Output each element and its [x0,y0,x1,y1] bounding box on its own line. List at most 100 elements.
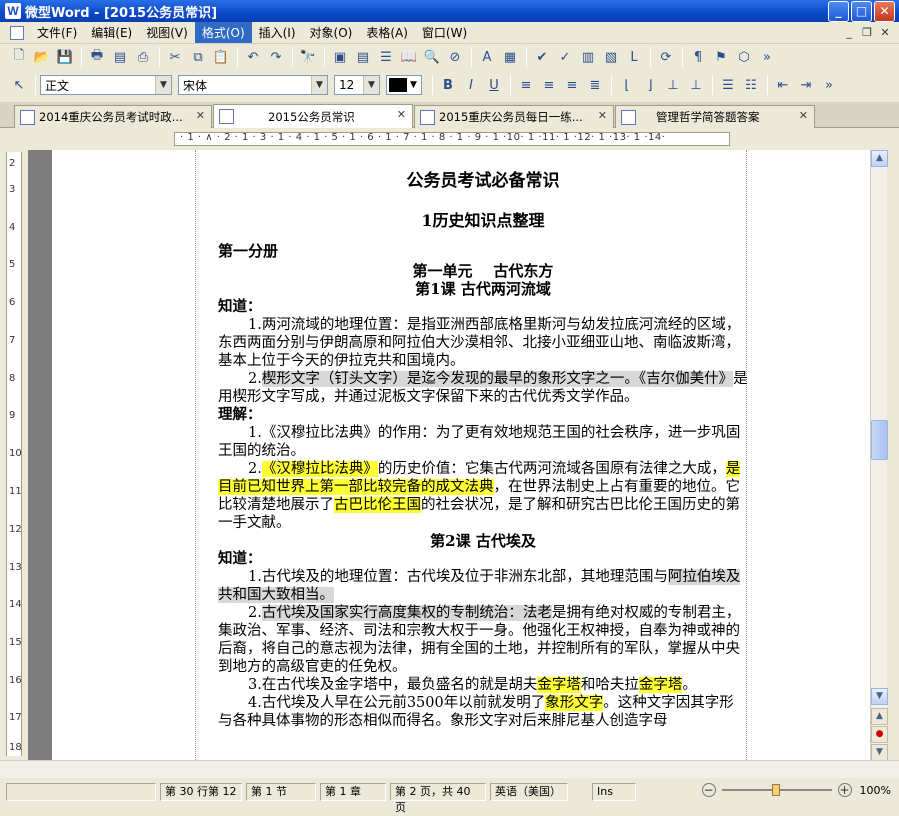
menu-file[interactable]: 文件(F) [30,22,84,43]
standard-toolbar: 🗋 📂 💾 🖶 ▤ ⎙ ✂ ⧉ 📋 ↶ ↷ 🔭 ▣ ▤ ☰ 📖 🔍 ⊘ A ▦ … [0,44,899,70]
redo-icon[interactable]: ↷ [265,46,287,68]
save-icon[interactable]: 💾 [54,46,76,68]
paragraph-icon[interactable]: ¶ [687,46,709,68]
chevron-down-icon: ▼ [363,76,379,94]
font-color-select[interactable]: ▼ [386,75,422,95]
mdi-close-icon[interactable]: ✕ [877,25,893,41]
open-folder-icon[interactable]: 📂 [31,46,53,68]
align-right-icon[interactable]: ≡ [561,74,583,96]
spellcheck-icon[interactable]: ✔ [531,46,553,68]
vertical-scrollbar[interactable]: ▲ ▼ ▲ ● ▼ [870,150,888,761]
tab-decimal-icon[interactable]: ⊥ [685,74,707,96]
web-view-icon[interactable]: ▤ [352,46,374,68]
menu-table[interactable]: 表格(A) [359,22,415,43]
paste-icon[interactable]: 📋 [210,46,232,68]
horizontal-ruler[interactable]: · 1 · ∧ · 2 · 1 · 3 · 1 · 4 · 1 · 5 · 1 … [0,128,899,150]
paragraph: 1.《汉穆拉比法典》的作用：为了更有效地规范王国的社会秩序，进一步巩固王国的统治… [218,425,741,459]
font-select[interactable]: 宋体 ▼ [178,75,328,95]
menu-edit[interactable]: 编辑(E) [84,22,139,43]
tab-left-icon[interactable]: ⌊ [616,74,638,96]
format-a-icon[interactable]: ▥ [577,46,599,68]
numbered-list-icon[interactable]: ☰ [717,74,739,96]
page-view-icon[interactable]: ▣ [329,46,351,68]
close-icon[interactable]: ✕ [196,109,205,122]
next-page-icon[interactable]: ▼ [871,744,888,761]
document-page[interactable]: 公务员考试必备常识 1历史知识点整理 第一分册 第一单元 古代东方 第1课 古代… [52,150,870,760]
tab-document-2[interactable]: 2015公务员常识 ✕ [213,104,413,129]
sync-icon[interactable]: ⟳ [655,46,677,68]
style-select[interactable]: 正文 ▼ [40,75,172,95]
scroll-up-icon[interactable]: ▲ [871,150,888,167]
minimize-button[interactable]: _ [828,1,849,22]
more-toolbar-icon[interactable]: » [818,74,840,96]
select-pointer-icon[interactable]: ↖ [8,74,30,96]
document-content[interactable]: 公务员考试必备常识 1历史知识点整理 第一分册 第一单元 古代东方 第1课 古代… [218,170,748,730]
underline-icon[interactable]: U [483,74,505,96]
zoom-slider[interactable] [721,784,832,796]
zoom-slider-knob[interactable] [771,784,780,796]
undo-icon[interactable]: ↶ [242,46,264,68]
insert-table-icon[interactable]: ▦ [499,46,521,68]
close-icon[interactable]: ✕ [397,108,406,121]
tab-center-icon[interactable]: ⊥ [662,74,684,96]
mdi-restore-icon[interactable]: ❐ [859,25,875,41]
bold-icon[interactable]: B [437,74,459,96]
tab-document-4[interactable]: 管理哲学简答题答案 ✕ [615,105,815,128]
menu-format[interactable]: 格式(O) [194,22,252,43]
document-area[interactable]: 公务员考试必备常识 1历史知识点整理 第一分册 第一单元 古代东方 第1课 古代… [28,150,870,760]
block-icon[interactable]: ⊘ [444,46,466,68]
mdi-minimize-icon[interactable]: _ [841,25,857,41]
outline-view-icon[interactable]: ☰ [375,46,397,68]
decrease-indent-icon[interactable]: ⇤ [772,74,794,96]
status-ins[interactable]: Ins [592,783,636,801]
close-icon[interactable]: ✕ [799,109,808,122]
italic-icon[interactable]: I [460,74,482,96]
bullet-list-icon[interactable]: ☷ [740,74,762,96]
insert-text-icon[interactable]: A [476,46,498,68]
tab-document-1[interactable]: 2014重庆公务员考试时政... ✕ [14,105,212,128]
justify-icon[interactable]: ≣ [584,74,606,96]
object-icon[interactable]: ⬡ [733,46,755,68]
close-button[interactable]: ✕ [874,1,895,22]
style-select-value: 正文 [45,78,70,93]
cut-icon[interactable]: ✂ [164,46,186,68]
print-preview-icon[interactable]: ⎙ [132,46,154,68]
check-icon[interactable]: ✓ [554,46,576,68]
tab-document-3[interactable]: 2015重庆公务员每日一练... ✕ [414,105,614,128]
print-icon[interactable]: 🖶 [86,46,108,68]
font-size-select[interactable]: 12 ▼ [334,75,380,95]
paragraph: 3.在古代埃及金字塔中，最负盛名的就是胡夫金字塔和哈夫拉金字塔。 [248,677,697,693]
pdf-icon[interactable]: ▤ [109,46,131,68]
tab-right-icon[interactable]: ⌋ [639,74,661,96]
know-label: 知道： [218,550,262,567]
document-title: 公务员考试必备常识 [406,171,560,191]
align-left-icon[interactable]: ≡ [515,74,537,96]
reading-view-icon[interactable]: 📖 [398,46,420,68]
scroll-thumb[interactable] [871,420,888,460]
find-icon[interactable]: 🔭 [297,46,319,68]
vertical-ruler[interactable]: 2 3 4 5 6 7 8 9 10 11 12 13 14 15 16 17 … [6,152,22,756]
tab-label: 2014重庆公务员考试时政... [39,110,183,124]
style-icon[interactable]: ⚑ [710,46,732,68]
format-l-icon[interactable]: L [623,46,645,68]
maximize-button[interactable]: □ [851,1,872,22]
increase-indent-icon[interactable]: ⇥ [795,74,817,96]
menu-view[interactable]: 视图(V) [139,22,195,43]
more-toolbar-icon[interactable]: » [756,46,778,68]
close-icon[interactable]: ✕ [598,109,607,122]
menu-object[interactable]: 对象(O) [303,22,360,43]
menu-insert[interactable]: 插入(I) [252,22,303,43]
status-empty [6,783,156,801]
align-center-icon[interactable]: ≡ [538,74,560,96]
menu-window[interactable]: 窗口(W) [415,22,474,43]
scroll-down-icon[interactable]: ▼ [871,688,888,705]
zoom-icon[interactable]: 🔍 [421,46,443,68]
new-document-icon[interactable]: 🗋 [8,46,30,68]
prev-page-icon[interactable]: ▲ [871,708,888,725]
format-b-icon[interactable]: ▧ [600,46,622,68]
browse-object-icon[interactable]: ● [871,726,888,743]
horizontal-scrollbar[interactable] [0,760,899,778]
copy-icon[interactable]: ⧉ [187,46,209,68]
zoom-out-icon[interactable]: − [701,783,716,797]
zoom-in-icon[interactable]: + [837,783,852,797]
